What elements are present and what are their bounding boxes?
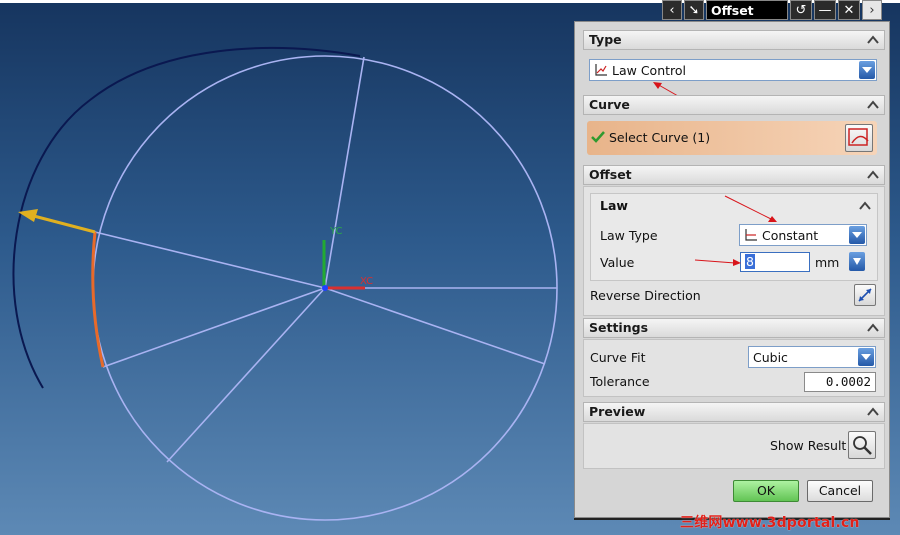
section-offset-header[interactable]: Offset [583, 165, 885, 185]
collapse-icon [867, 100, 879, 109]
type-dropdown[interactable]: Law Control [589, 59, 877, 81]
preview-panel: Show Result [583, 423, 885, 469]
forward-icon[interactable]: › [862, 0, 882, 20]
reset-icon[interactable]: ↺ [790, 0, 812, 20]
unit-label: mm [815, 255, 840, 270]
collapse-icon [867, 170, 879, 179]
law-title: Law [600, 198, 628, 213]
collapse-icon[interactable] [859, 200, 871, 212]
section-settings-title: Settings [589, 320, 649, 335]
spoke-line [166, 287, 326, 463]
curve-fit-label: Curve Fit [590, 350, 646, 365]
annotation-arrow [694, 259, 741, 266]
collapse-icon [867, 35, 879, 44]
dialog-title: Offset Curve [706, 0, 788, 38]
y-axis-label: YC [329, 226, 343, 237]
close-icon[interactable]: ✕ [838, 0, 860, 20]
value-input[interactable]: 8 [740, 252, 810, 272]
law-icon [745, 229, 757, 241]
spoke-line [94, 231, 326, 289]
select-curve-row[interactable]: Select Curve (1) [587, 121, 877, 155]
reverse-direction-icon[interactable] [854, 284, 876, 306]
section-curve-title: Curve [589, 97, 630, 112]
law-icon [595, 64, 607, 76]
law-type-label: Law Type [600, 228, 658, 243]
law-type-value: Constant [762, 228, 819, 243]
chevron-down-icon[interactable] [849, 226, 865, 244]
section-curve-header[interactable]: Curve [583, 95, 885, 115]
minimize-icon[interactable]: — [814, 0, 836, 20]
origin-point [322, 285, 328, 291]
value-options-icon[interactable] [849, 252, 865, 271]
reverse-direction-label: Reverse Direction [590, 288, 701, 303]
back-icon[interactable]: ‹ [662, 0, 682, 20]
magnifier-icon[interactable] [848, 431, 876, 459]
spoke-line [102, 287, 326, 368]
curve-select-icon[interactable] [845, 124, 873, 152]
curve-fit-value: Cubic [753, 350, 788, 365]
offset-curve-dialog: Type Law Control Curve Select Curve (1) … [574, 21, 890, 518]
settings-panel: Curve Fit Cubic Tolerance 0.0002 [583, 339, 885, 397]
spoke-line [324, 287, 546, 365]
select-arrow-icon[interactable]: ➘ [684, 0, 704, 20]
watermark: 三维网www.3dportal.cn [680, 515, 860, 531]
collapse-icon [867, 323, 879, 332]
show-result-label: Show Result [770, 438, 847, 453]
section-preview-title: Preview [589, 404, 646, 419]
section-type-header[interactable]: Type [583, 30, 885, 50]
offset-direction-arrow [29, 213, 96, 234]
section-offset-title: Offset [589, 167, 632, 182]
curve-fit-dropdown[interactable]: Cubic [748, 346, 876, 368]
chevron-down-icon[interactable] [859, 61, 875, 79]
value-text: 8 [745, 254, 755, 269]
checkmark-icon [591, 131, 605, 143]
select-curve-label: Select Curve (1) [609, 130, 711, 145]
ok-button[interactable]: OK [733, 480, 799, 502]
value-label: Value [600, 255, 635, 270]
chevron-down-icon[interactable] [858, 348, 874, 366]
spoke-line [324, 56, 365, 289]
selected-curve-highlight [91, 231, 105, 368]
cancel-button[interactable]: Cancel [807, 480, 873, 502]
section-type-title: Type [589, 32, 622, 47]
dialog-titlebar: ‹ ➘ Offset Curve ↺ — ✕ › [662, 0, 890, 38]
section-settings-header[interactable]: Settings [583, 318, 885, 338]
tolerance-label: Tolerance [590, 374, 650, 389]
section-preview-header[interactable]: Preview [583, 402, 885, 422]
x-axis-label: XC [360, 276, 373, 287]
tolerance-input[interactable]: 0.0002 [804, 372, 876, 392]
collapse-icon [867, 407, 879, 416]
annotation-arrow [724, 195, 777, 222]
